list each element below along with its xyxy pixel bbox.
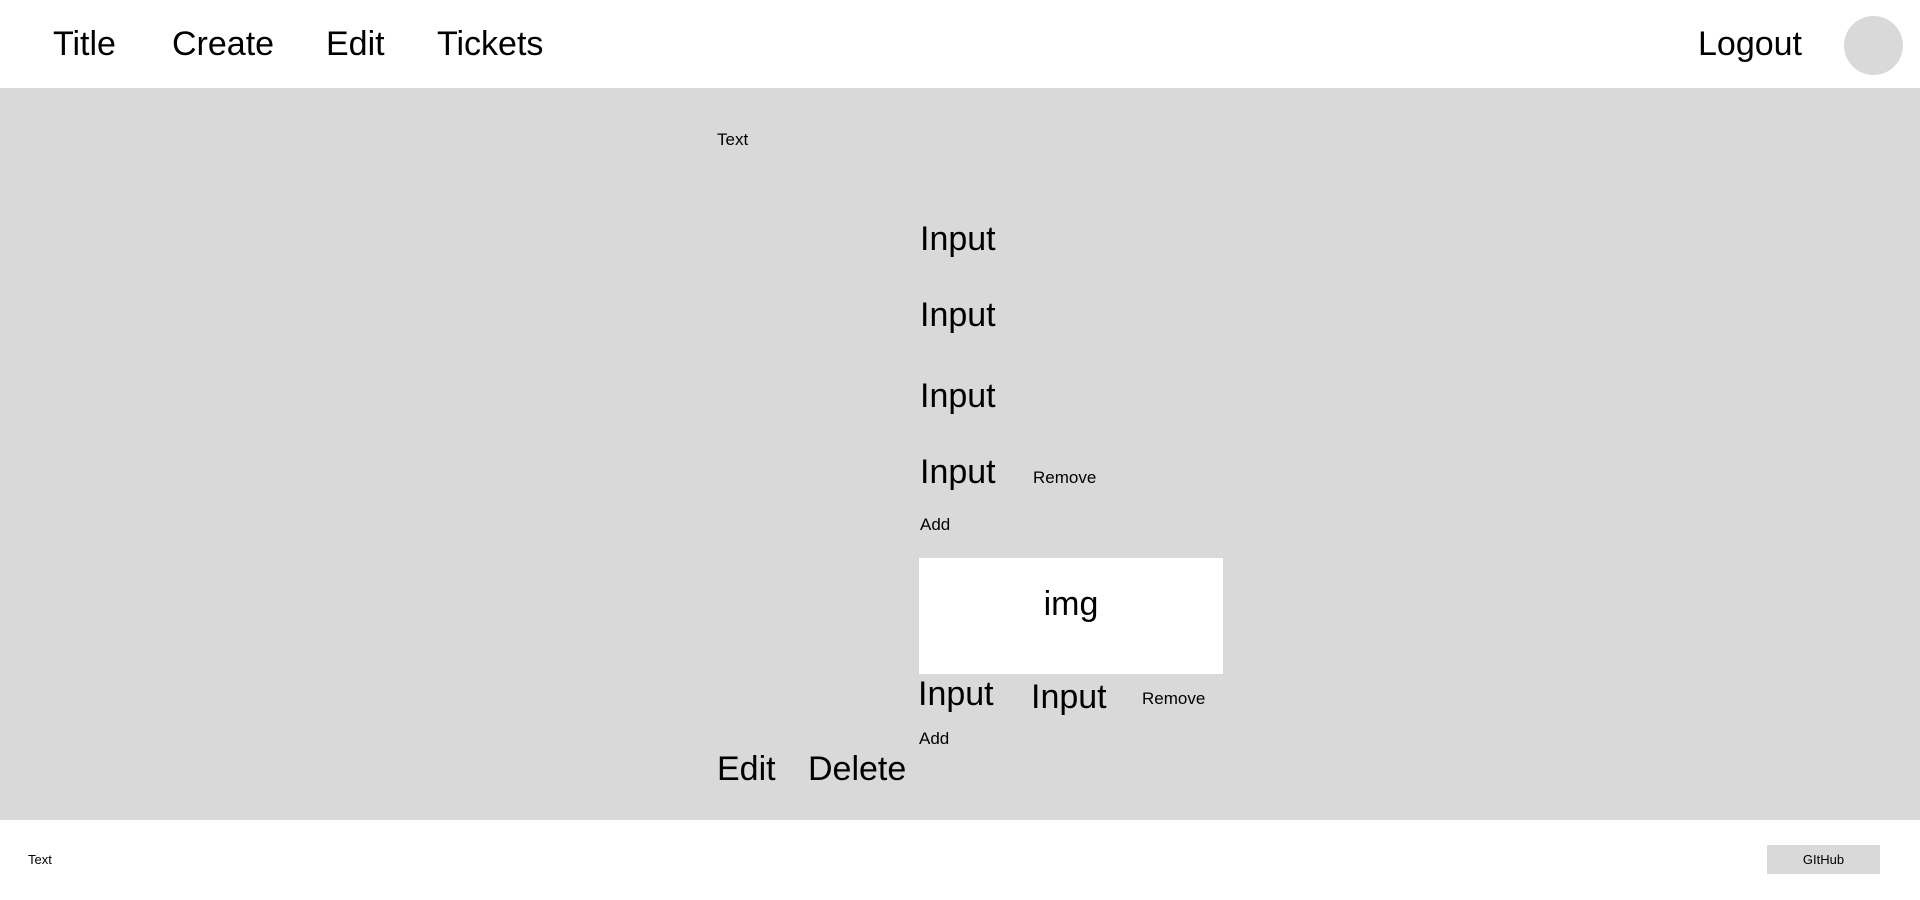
input-field-3[interactable]: Input — [920, 374, 996, 418]
nav-title[interactable]: Title — [53, 22, 116, 66]
remove-button[interactable]: Remove — [1033, 467, 1096, 489]
delete-button[interactable]: Delete — [808, 747, 906, 791]
logout-button[interactable]: Logout — [1698, 22, 1802, 66]
avatar[interactable] — [1844, 16, 1903, 75]
row-input-2[interactable]: Input — [1031, 675, 1107, 719]
top-nav-bar: Title Create Edit Tickets Logout — [0, 0, 1920, 88]
input-field-1[interactable]: Input — [920, 217, 996, 261]
page: Title Create Edit Tickets Logout Text In… — [0, 0, 1920, 900]
heading-text: Text — [717, 130, 749, 149]
row-remove-button[interactable]: Remove — [1142, 688, 1205, 710]
footer: Text GItHub — [0, 820, 1920, 900]
image-label: img — [1043, 585, 1099, 623]
input-field-4[interactable]: Input — [920, 450, 996, 494]
main-content: Text Input Input Input Input Remove Add … — [0, 88, 1920, 820]
edit-button[interactable]: Edit — [717, 747, 776, 791]
github-button[interactable]: GItHub — [1767, 845, 1880, 874]
footer-text: Text — [28, 852, 52, 867]
nav-tickets[interactable]: Tickets — [437, 22, 543, 66]
input-field-2[interactable]: Input — [920, 293, 996, 337]
nav-edit[interactable]: Edit — [326, 22, 385, 66]
add-button[interactable]: Add — [920, 514, 950, 536]
row-add-button[interactable]: Add — [919, 728, 949, 750]
row-input-1[interactable]: Input — [918, 672, 994, 716]
nav-create[interactable]: Create — [172, 22, 274, 66]
image-placeholder: img — [919, 558, 1223, 674]
